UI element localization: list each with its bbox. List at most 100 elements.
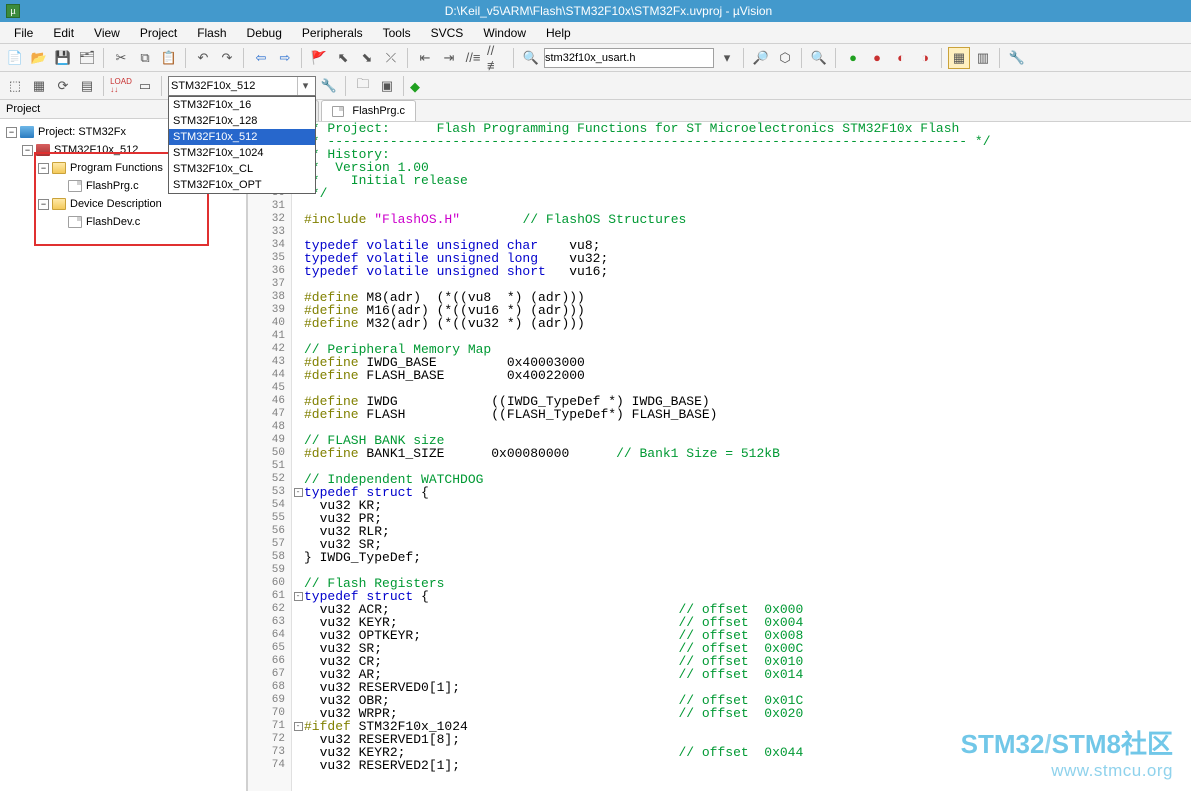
- debug-run-button[interactable]: 🔍: [808, 47, 830, 69]
- editor-tab-flashprg[interactable]: FlashPrg.c: [321, 100, 416, 121]
- indent-right-button[interactable]: ⇥: [438, 47, 460, 69]
- menu-peripherals[interactable]: Peripherals: [292, 23, 373, 43]
- target-icon: [36, 144, 50, 156]
- target-options-button[interactable]: 🔧: [318, 75, 340, 97]
- project-window-button[interactable]: ▦: [948, 47, 970, 69]
- bp-kill-all-button[interactable]: ◑: [914, 47, 936, 69]
- undo-button[interactable]: ↶: [192, 47, 214, 69]
- project-panel: Project ▾ ✕ − Project: STM32Fx − STM32F1…: [0, 100, 248, 791]
- select-packs-button[interactable]: ◆: [404, 76, 426, 98]
- breakpoint-button[interactable]: ⬡: [774, 47, 796, 69]
- target-select-wrap: STM32F10x_512 ▾ STM32F10x_16STM32F10x_12…: [168, 76, 316, 96]
- editor-area: hDev.c FlashPrg.c 2526272829303132333435…: [248, 100, 1191, 791]
- folder-icon: [52, 198, 66, 210]
- comment-button[interactable]: //≡: [462, 47, 484, 69]
- books-window-button[interactable]: ▥: [972, 47, 994, 69]
- tree-label: FlashDev.c: [86, 216, 140, 228]
- tree-label: Project: STM32Fx: [38, 126, 126, 138]
- project-icon: [20, 126, 34, 138]
- collapse-icon[interactable]: −: [38, 163, 49, 174]
- window-title: D:\Keil_v5\ARM\Flash\STM32F10x\STM32Fx.u…: [26, 4, 1191, 18]
- manage-project-button[interactable]: 🗀: [352, 75, 374, 97]
- copy-button[interactable]: ⧉: [134, 47, 156, 69]
- tree-label: Device Description: [70, 198, 162, 210]
- menu-file[interactable]: File: [4, 23, 43, 43]
- target-option[interactable]: STM32F10x_OPT: [169, 177, 315, 193]
- code-editor[interactable]: 2526272829303132333435363738394041424344…: [248, 122, 1191, 791]
- main-toolbar: 📄 📂 💾 🗂 ✂ ⧉ 📋 ↶ ↷ ⇦ ⇨ 🚩 ⬉ ⬊ ⤫ ⇤ ⇥ //≡ //…: [0, 44, 1191, 72]
- bp-insert-button[interactable]: ●: [842, 47, 864, 69]
- translate-button[interactable]: ⬚: [4, 75, 26, 97]
- folder-icon: [52, 162, 66, 174]
- bookmark-next-button[interactable]: ⬊: [356, 47, 378, 69]
- build-toolbar: ⬚ ▦ ⟳ ▤ LOAD↓↓ ▭ STM32F10x_512 ▾ STM32F1…: [0, 72, 1191, 100]
- menu-edit[interactable]: Edit: [43, 23, 84, 43]
- menu-tools[interactable]: Tools: [373, 23, 421, 43]
- editor-tabstrip: hDev.c FlashPrg.c: [248, 100, 1191, 122]
- target-option[interactable]: STM32F10x_512: [169, 129, 315, 145]
- tab-label: FlashPrg.c: [352, 105, 405, 117]
- bookmark-clear-button[interactable]: ⤫: [380, 47, 402, 69]
- fold-column[interactable]: ---: [292, 122, 304, 791]
- file-icon: [68, 216, 82, 228]
- project-tree[interactable]: − Project: STM32Fx − STM32F10x_512 − Pro…: [0, 119, 246, 791]
- main-area: Project ▾ ✕ − Project: STM32Fx − STM32F1…: [0, 100, 1191, 791]
- menu-debug[interactable]: Debug: [237, 23, 292, 43]
- bp-disable-button[interactable]: ●: [866, 47, 888, 69]
- redo-button[interactable]: ↷: [216, 47, 238, 69]
- save-button[interactable]: 💾: [52, 47, 74, 69]
- menu-flash[interactable]: Flash: [187, 23, 236, 43]
- bookmark-prev-button[interactable]: ⬉: [332, 47, 354, 69]
- target-dropdown: STM32F10x_16STM32F10x_128STM32F10x_512ST…: [168, 96, 316, 194]
- tree-group-device-description[interactable]: − Device Description: [2, 195, 244, 213]
- target-option[interactable]: STM32F10x_1024: [169, 145, 315, 161]
- bp-enable-all-button[interactable]: ◐: [890, 47, 912, 69]
- manage-components-button[interactable]: ▣: [376, 75, 398, 97]
- tree-label: Program Functions: [70, 162, 163, 174]
- save-all-button[interactable]: 🗂: [76, 47, 98, 69]
- source-text[interactable]: * Project: Flash Programming Functions f…: [304, 122, 1191, 791]
- build-button[interactable]: ▦: [28, 75, 50, 97]
- debug-start-button[interactable]: 🔎: [750, 47, 772, 69]
- collapse-icon[interactable]: −: [6, 127, 17, 138]
- menu-svcs[interactable]: SVCS: [421, 23, 474, 43]
- cut-button[interactable]: ✂: [110, 47, 132, 69]
- paste-button[interactable]: 📋: [158, 47, 180, 69]
- indent-left-button[interactable]: ⇤: [414, 47, 436, 69]
- file-icon: [68, 180, 82, 192]
- menu-help[interactable]: Help: [536, 23, 581, 43]
- rebuild-button[interactable]: ⟳: [52, 75, 74, 97]
- find-in-files-button[interactable]: 🔍: [520, 47, 542, 69]
- project-panel-title-text: Project: [6, 103, 40, 115]
- menu-bar: FileEditViewProjectFlashDebugPeripherals…: [0, 22, 1191, 44]
- file-icon: [332, 106, 344, 117]
- open-file-button[interactable]: 📂: [28, 47, 50, 69]
- tree-label: STM32F10x_512: [54, 144, 138, 156]
- target-option[interactable]: STM32F10x_128: [169, 113, 315, 129]
- nav-fwd-button[interactable]: ⇨: [274, 47, 296, 69]
- target-option[interactable]: STM32F10x_16: [169, 97, 315, 113]
- erase-button[interactable]: ▭: [134, 75, 156, 97]
- new-file-button[interactable]: 📄: [4, 47, 26, 69]
- configure-button[interactable]: 🔧: [1006, 47, 1028, 69]
- nav-back-button[interactable]: ⇦: [250, 47, 272, 69]
- menu-window[interactable]: Window: [473, 23, 536, 43]
- download-button[interactable]: LOAD↓↓: [110, 75, 132, 97]
- batch-build-button[interactable]: ▤: [76, 75, 98, 97]
- title-bar: µ D:\Keil_v5\ARM\Flash\STM32F10x\STM32Fx…: [0, 0, 1191, 22]
- target-select[interactable]: STM32F10x_512 ▾: [168, 76, 316, 96]
- chevron-down-icon[interactable]: ▾: [297, 77, 313, 95]
- tree-label: FlashPrg.c: [86, 180, 139, 192]
- tree-file-flashdev[interactable]: FlashDev.c: [2, 213, 244, 231]
- line-number-gutter: 2526272829303132333435363738394041424344…: [248, 122, 292, 791]
- collapse-icon[interactable]: −: [38, 199, 49, 210]
- bookmark-toggle-button[interactable]: 🚩: [308, 47, 330, 69]
- collapse-icon[interactable]: −: [22, 145, 33, 156]
- find-dropdown-button[interactable]: ▾: [716, 47, 738, 69]
- app-icon: µ: [6, 4, 20, 18]
- menu-project[interactable]: Project: [130, 23, 187, 43]
- target-option[interactable]: STM32F10x_CL: [169, 161, 315, 177]
- find-combo[interactable]: [544, 48, 714, 68]
- menu-view[interactable]: View: [84, 23, 130, 43]
- uncomment-button[interactable]: //≢: [486, 47, 508, 69]
